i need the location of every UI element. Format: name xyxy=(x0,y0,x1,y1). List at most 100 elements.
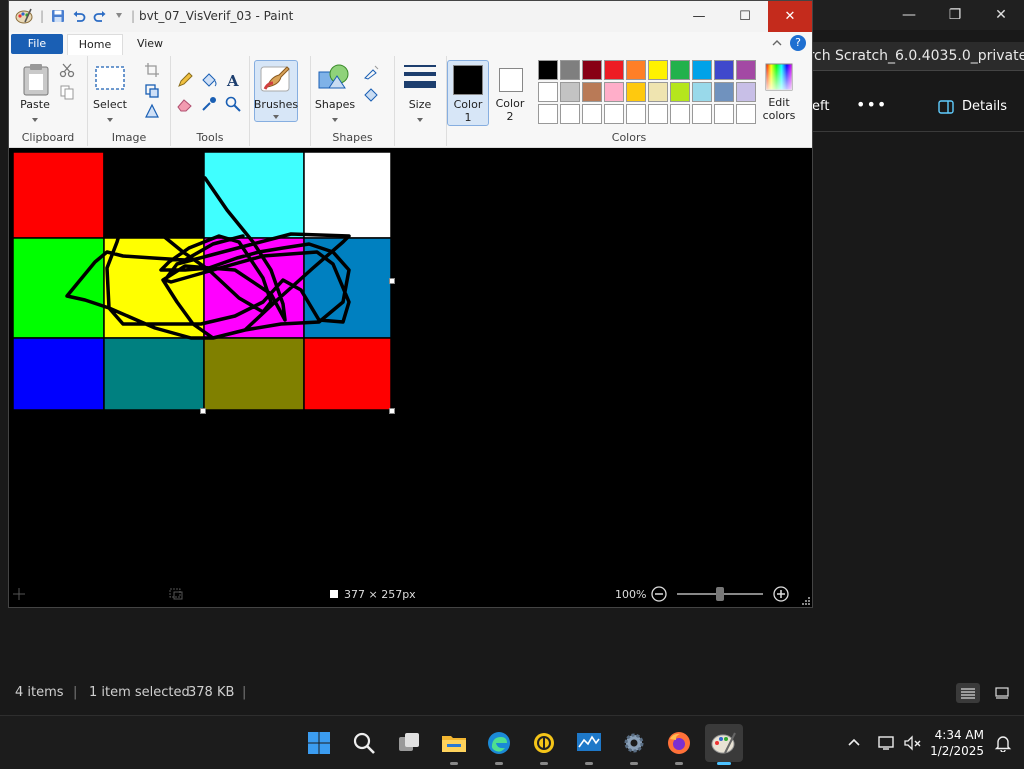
collapse-ribbon-icon[interactable] xyxy=(770,36,784,50)
size-icon[interactable] xyxy=(403,64,437,92)
zoom-slider-thumb[interactable] xyxy=(716,587,724,601)
palette-swatch[interactable] xyxy=(538,60,558,80)
palette-swatch[interactable] xyxy=(538,82,558,102)
palette-swatch[interactable] xyxy=(648,82,668,102)
cut-icon[interactable] xyxy=(59,62,75,78)
tab-file[interactable]: File xyxy=(11,34,63,54)
taskbar-monitor-app[interactable] xyxy=(570,724,608,765)
palette-swatch-empty[interactable] xyxy=(648,104,668,124)
palette-swatch[interactable] xyxy=(692,82,712,102)
taskbar-clock[interactable]: 4:34 AM 1/2/2025 xyxy=(930,727,984,759)
paste-button-label[interactable]: Paste xyxy=(17,98,53,111)
show-hidden-icons-chevron-icon[interactable] xyxy=(846,735,862,751)
taskbar-search-button[interactable] xyxy=(345,724,383,762)
fill-bucket-icon[interactable] xyxy=(201,72,217,88)
taskbar-paint[interactable] xyxy=(705,724,743,765)
palette-swatch[interactable] xyxy=(670,60,690,80)
explorer-details-button[interactable]: Details xyxy=(938,99,1007,114)
text-icon[interactable]: A xyxy=(225,72,241,88)
shape-outline-icon[interactable] xyxy=(363,64,379,80)
taskbar-firefox[interactable] xyxy=(660,724,698,765)
palette-swatch-empty[interactable] xyxy=(670,104,690,124)
notification-bell-icon[interactable] xyxy=(994,734,1012,752)
paste-dropdown-icon[interactable] xyxy=(27,112,43,128)
rotate-icon[interactable] xyxy=(144,103,160,119)
palette-swatch[interactable] xyxy=(626,82,646,102)
select-button-label[interactable]: Select xyxy=(88,98,132,111)
palette-swatch[interactable] xyxy=(736,60,756,80)
pencil-icon[interactable] xyxy=(177,72,193,88)
details-view-button[interactable] xyxy=(956,683,980,703)
palette-swatch[interactable] xyxy=(714,60,734,80)
explorer-restore-button[interactable]: ❐ xyxy=(932,0,978,30)
tab-home[interactable]: Home xyxy=(67,34,123,55)
size-dropdown-icon[interactable] xyxy=(412,112,428,128)
palette-swatch[interactable] xyxy=(582,60,602,80)
palette-swatch-empty[interactable] xyxy=(538,104,558,124)
size-button-label[interactable]: Size xyxy=(398,98,442,111)
zoom-out-icon[interactable] xyxy=(651,586,667,602)
window-resize-grip-icon[interactable] xyxy=(801,596,811,606)
shape-fill-icon[interactable] xyxy=(363,86,379,102)
palette-swatch[interactable] xyxy=(670,82,690,102)
save-icon[interactable] xyxy=(51,9,65,23)
start-button[interactable] xyxy=(300,724,338,762)
explorer-minimize-button[interactable]: — xyxy=(886,0,932,30)
palette-swatch[interactable] xyxy=(648,60,668,80)
paint-maximize-button[interactable]: ☐ xyxy=(722,1,768,32)
redo-icon[interactable] xyxy=(93,9,107,23)
palette-swatch[interactable] xyxy=(560,60,580,80)
palette-swatch[interactable] xyxy=(626,60,646,80)
shapes-dropdown-icon[interactable] xyxy=(327,112,343,128)
canvas-resize-handle-corner[interactable] xyxy=(389,408,395,414)
select-dropdown-icon[interactable] xyxy=(102,112,118,128)
drawing-canvas[interactable] xyxy=(13,152,395,414)
help-button[interactable]: ? xyxy=(790,35,806,51)
copy-icon[interactable] xyxy=(59,84,75,100)
palette-swatch-empty[interactable] xyxy=(714,104,734,124)
eraser-icon[interactable] xyxy=(177,96,193,112)
explorer-search-box[interactable]: arch Scratch_6.0.4035.0_private xyxy=(800,42,1024,71)
magnifier-icon[interactable] xyxy=(225,96,241,112)
paint-close-button[interactable]: ✕ xyxy=(768,1,812,32)
paint-minimize-button[interactable]: — xyxy=(676,1,722,32)
canvas-resize-handle-right[interactable] xyxy=(389,278,395,284)
zoom-in-icon[interactable] xyxy=(773,586,789,602)
color2-button[interactable]: Color 2 xyxy=(490,60,530,124)
resize-icon[interactable] xyxy=(144,83,160,99)
shapes-button-label[interactable]: Shapes xyxy=(313,98,357,111)
crop-icon[interactable] xyxy=(144,62,160,78)
taskbar-settings[interactable] xyxy=(615,724,653,765)
palette-swatch-empty[interactable] xyxy=(604,104,624,124)
color1-button[interactable]: Color 1 xyxy=(447,60,489,126)
palette-swatch-empty[interactable] xyxy=(736,104,756,124)
palette-swatch-empty[interactable] xyxy=(560,104,580,124)
explorer-close-button[interactable]: ✕ xyxy=(978,0,1024,30)
palette-swatch[interactable] xyxy=(736,82,756,102)
palette-swatch[interactable] xyxy=(604,60,624,80)
network-icon[interactable] xyxy=(878,735,896,751)
undo-icon[interactable] xyxy=(72,9,86,23)
canvas-resize-handle-bottom[interactable] xyxy=(200,408,206,414)
explorer-more-button[interactable]: ••• xyxy=(856,95,887,114)
palette-swatch-empty[interactable] xyxy=(582,104,602,124)
taskbar-file-explorer[interactable] xyxy=(435,724,473,765)
edit-colors-button[interactable]: Edit colors xyxy=(759,60,799,124)
volume-muted-icon[interactable] xyxy=(904,734,922,751)
tiles-view-button[interactable] xyxy=(990,683,1014,703)
palette-swatch[interactable] xyxy=(604,82,624,102)
palette-swatch-empty[interactable] xyxy=(692,104,712,124)
task-view-button[interactable] xyxy=(390,724,428,762)
taskbar-app-yellow[interactable] xyxy=(525,724,563,765)
palette-swatch[interactable] xyxy=(560,82,580,102)
palette-swatch[interactable] xyxy=(714,82,734,102)
palette-swatch[interactable] xyxy=(582,82,602,102)
paste-icon[interactable] xyxy=(21,62,51,96)
taskbar-edge[interactable] xyxy=(480,724,518,765)
customize-toolbar-icon[interactable] xyxy=(114,9,124,23)
tab-view[interactable]: View xyxy=(127,34,173,54)
palette-swatch-empty[interactable] xyxy=(626,104,646,124)
color-picker-icon[interactable] xyxy=(201,96,217,112)
palette-swatch[interactable] xyxy=(692,60,712,80)
shapes-icon[interactable] xyxy=(317,62,351,92)
